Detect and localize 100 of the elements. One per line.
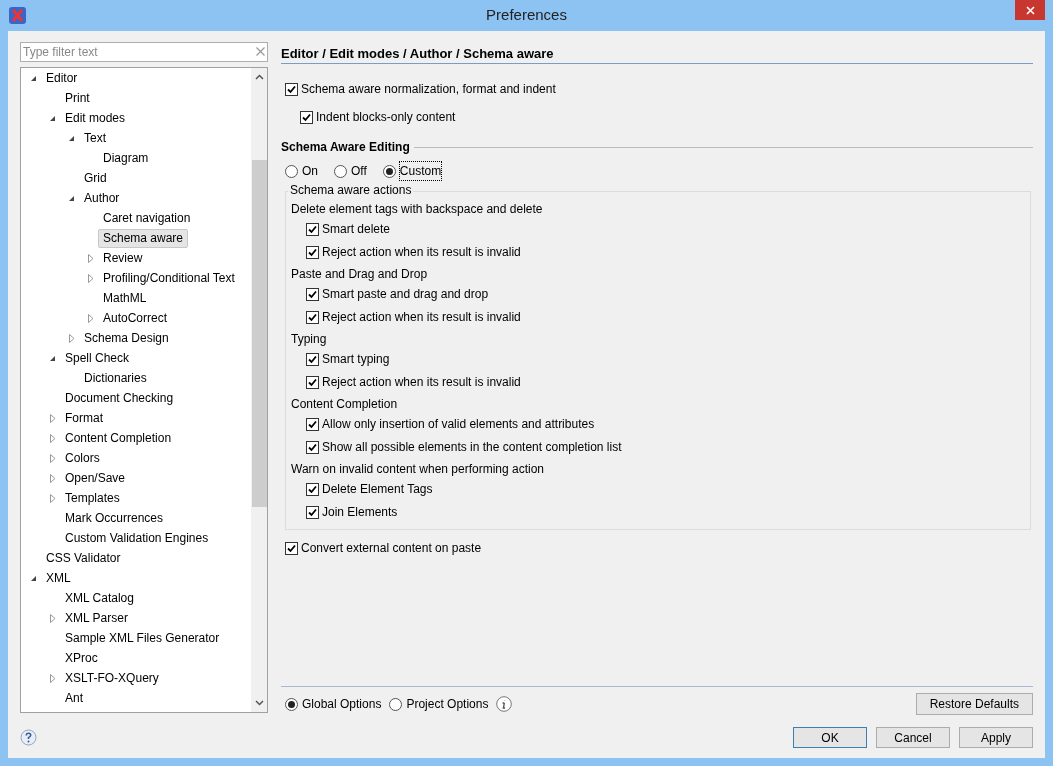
dialog-button[interactable]: OK [793,727,867,748]
checkbox-label: Reject action when its result is invalid [322,309,521,326]
checkbox[interactable] [306,440,319,454]
collapsed-arrow-icon[interactable] [49,433,56,443]
collapsed-arrow-icon[interactable] [87,313,94,323]
checkbox[interactable] [306,310,319,324]
checkbox-label: Reject action when its result is invalid [322,374,521,391]
expanded-arrow-icon[interactable] [30,574,37,582]
checkbox-label: Reject action when its result is invalid [322,244,521,261]
collapsed-arrow-icon[interactable] [49,413,56,423]
collapsed-arrow-icon[interactable] [49,673,56,683]
tree-item[interactable]: Editor [41,68,83,88]
close-button[interactable] [1015,0,1045,20]
tree-item[interactable]: Ant [60,688,88,708]
dialog-button[interactable]: Apply [959,727,1033,748]
checkbox[interactable] [285,82,298,96]
checkbox-label: Delete Element Tags [322,481,433,498]
group-label: Paste and Drag and Drop [291,266,429,283]
tree-item[interactable]: Edit modes [60,108,131,128]
checkbox-label: Convert external content on paste [301,540,482,557]
checkbox[interactable] [306,245,319,259]
collapsed-arrow-icon[interactable] [87,253,94,263]
radio-label: Project Options [406,696,489,713]
tree-item[interactable]: Format [60,408,108,428]
checkbox[interactable] [306,222,319,236]
section-heading: Schema Aware Editing [281,139,410,156]
tree-item[interactable]: Templates [60,488,125,508]
checkbox-label: Smart typing [322,351,390,368]
tree-item[interactable]: Open/Save [60,468,131,488]
tree-item[interactable]: AutoCorrect [98,308,173,328]
scroll-down-icon[interactable] [254,700,264,706]
checkbox[interactable] [306,417,319,431]
expanded-arrow-icon[interactable] [30,74,37,82]
checkbox-label: Schema aware normalization, format and indent [301,81,556,98]
tree-item[interactable]: XML [41,568,76,588]
collapsed-arrow-icon[interactable] [49,493,56,503]
collapsed-arrow-icon[interactable] [49,473,56,483]
collapsed-arrow-icon[interactable] [49,613,56,623]
tree-item[interactable]: Sample XML Files Generator [60,628,225,648]
expanded-arrow-icon[interactable] [49,354,56,362]
info-icon[interactable] [496,696,513,712]
tree-item[interactable]: CSS Validator [41,548,126,568]
tree-item[interactable]: XML Catalog [60,588,139,608]
tree-item[interactable]: Schema aware [98,228,189,248]
checkbox[interactable] [285,541,298,555]
tree-item[interactable]: XProc [60,648,103,668]
tree-item[interactable]: Spell Check [60,348,135,368]
checkbox[interactable] [306,482,319,496]
checkbox[interactable] [306,505,319,519]
tree-item[interactable]: Diagram [98,148,154,168]
window-title: Preferences [486,5,567,26]
tree-item[interactable]: XML Parser [60,608,133,628]
help-icon[interactable] [20,729,37,746]
expanded-arrow-icon[interactable] [49,114,56,122]
tree-item[interactable]: Content Completion [60,428,177,448]
restore-defaults-button[interactable]: Restore Defaults [915,693,1033,715]
tree-item[interactable]: Text [79,128,111,148]
tree-item[interactable]: Schema Design [79,328,174,348]
tree-item[interactable]: XSLT-FO-XQuery [60,668,164,688]
tree-item[interactable]: Review [98,248,148,268]
collapsed-arrow-icon[interactable] [87,273,94,283]
group-label: Content Completion [291,396,399,413]
tree-item[interactable]: MathML [98,288,152,308]
tree-item[interactable]: Print [60,88,95,108]
radio-button[interactable] [389,697,403,711]
checkbox[interactable] [306,287,319,301]
tree-item[interactable]: Colors [60,448,105,468]
page-heading: Editor / Edit modes / Author / Schema aware [281,42,1033,64]
checkbox-label: Allow only insertion of valid elements and attributes [322,416,595,433]
filter-field[interactable]: Type filter text [20,42,268,62]
expanded-arrow-icon[interactable] [68,194,75,202]
group-label: Delete element tags with backspace and delete [291,201,544,218]
radio-button[interactable] [285,697,298,711]
expanded-arrow-icon[interactable] [68,134,75,142]
tree-item[interactable]: Grid [79,168,112,188]
checkbox-label: Join Elements [322,504,398,521]
scroll-up-icon[interactable] [254,74,264,80]
close-icon [1025,5,1035,15]
radio-label: On [302,163,318,180]
radio-button[interactable] [382,164,396,178]
tree-item[interactable]: Custom Validation Engines [60,528,214,548]
tree-item[interactable]: Document Checking [60,388,179,408]
checkbox[interactable] [306,375,319,389]
tree-item[interactable]: Dictionaries [79,368,152,388]
tree-item[interactable]: Profiling/Conditional Text [98,268,240,288]
checkbox[interactable] [300,110,313,124]
tree-item[interactable]: Mark Occurrences [60,508,169,528]
radio-button[interactable] [334,164,347,178]
collapsed-arrow-icon[interactable] [49,453,56,463]
checkbox-label: Smart paste and drag and drop [322,286,489,303]
scrollbar[interactable] [251,68,267,712]
dialog-button[interactable]: Cancel [876,727,950,748]
radio-button[interactable] [285,164,298,178]
clear-icon[interactable] [256,47,265,56]
collapsed-arrow-icon[interactable] [68,333,75,343]
tree-item[interactable]: Caret navigation [98,208,196,228]
checkbox[interactable] [306,352,319,366]
radio-label: Global Options [302,696,382,713]
tree-item[interactable]: Author [79,188,125,208]
scrollbar-thumb[interactable] [251,160,267,507]
